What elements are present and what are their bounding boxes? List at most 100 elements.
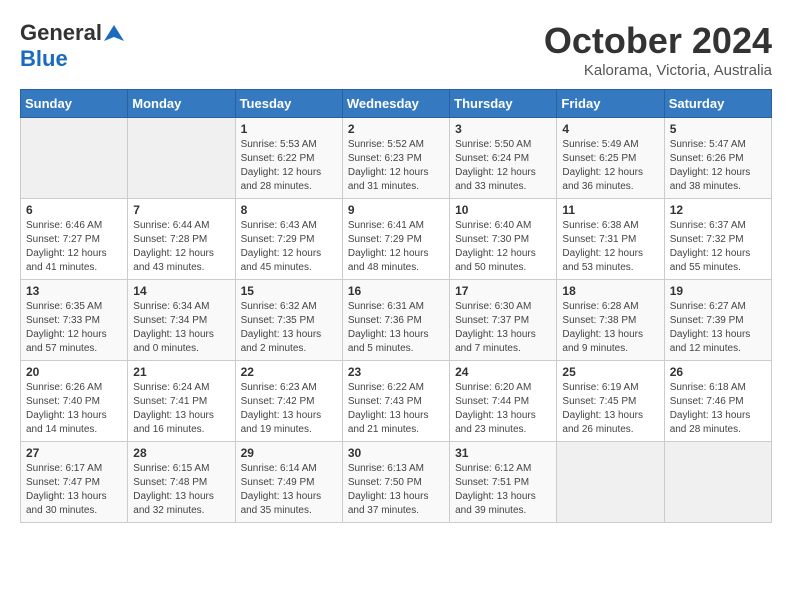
day-number: 7 bbox=[133, 203, 229, 217]
cell-content: Sunrise: 6:44 AMSunset: 7:28 PMDaylight:… bbox=[133, 219, 229, 275]
calendar-cell: 23Sunrise: 6:22 AMSunset: 7:43 PMDayligh… bbox=[342, 361, 449, 442]
calendar-cell: 1 Sunrise: 5:53 AMSunset: 6:22 PMDaylight… bbox=[235, 118, 342, 199]
calendar-week-3: 13Sunrise: 6:35 AMSunset: 7:33 PMDayligh… bbox=[21, 280, 772, 361]
logo-blue: Blue bbox=[20, 46, 68, 72]
calendar-cell: 24 Sunrise: 6:20 AMSunset: 7:44 PMDayligh… bbox=[450, 361, 557, 442]
cell-content: Sunrise: 6:26 AMSunset: 7:40 PMDaylight:… bbox=[26, 381, 122, 437]
cell-content: Sunrise: 5:50 AMSunset: 6:24 PMDaylight:… bbox=[455, 138, 551, 194]
cell-content: Sunrise: 5:53 AMSunset: 6:22 PMDaylight:… bbox=[241, 138, 337, 194]
cell-content: Sunrise: 6:37 AMSunset: 7:32 PMDaylight:… bbox=[670, 219, 766, 275]
logo: General Blue bbox=[20, 20, 124, 72]
calendar-cell: 8Sunrise: 6:43 AMSunset: 7:29 PMDaylight… bbox=[235, 199, 342, 280]
calendar-cell: 3 Sunrise: 5:50 AMSunset: 6:24 PMDaylight… bbox=[450, 118, 557, 199]
day-number: 22 bbox=[241, 365, 337, 379]
cell-content: Sunrise: 6:22 AMSunset: 7:43 PMDaylight:… bbox=[348, 381, 444, 437]
day-number: 20 bbox=[26, 365, 122, 379]
calendar-cell: 2 Sunrise: 5:52 AMSunset: 6:23 PMDaylight… bbox=[342, 118, 449, 199]
cell-content: Sunrise: 6:18 AMSunset: 7:46 PMDaylight:… bbox=[670, 381, 766, 437]
logo-general: General bbox=[20, 20, 102, 46]
calendar-cell: 20 Sunrise: 6:26 AMSunset: 7:40 PMDayligh… bbox=[21, 361, 128, 442]
day-number: 11 bbox=[562, 203, 658, 217]
calendar-cell: 14 Sunrise: 6:34 AMSunset: 7:34 PMDayligh… bbox=[128, 280, 235, 361]
cell-content: Sunrise: 6:31 AMSunset: 7:36 PMDaylight:… bbox=[348, 300, 444, 356]
cell-content: Sunrise: 6:20 AMSunset: 7:44 PMDaylight:… bbox=[455, 381, 551, 437]
calendar-cell: 25Sunrise: 6:19 AMSunset: 7:45 PMDayligh… bbox=[557, 361, 664, 442]
calendar-cell bbox=[21, 118, 128, 199]
cell-content: Sunrise: 6:30 AMSunset: 7:37 PMDaylight:… bbox=[455, 300, 551, 356]
cell-content: Sunrise: 6:41 AMSunset: 7:29 PMDaylight:… bbox=[348, 219, 444, 275]
calendar-cell: 6Sunrise: 6:46 AMSunset: 7:27 PMDaylight… bbox=[21, 199, 128, 280]
day-number: 1 bbox=[241, 122, 337, 136]
cell-content: Sunrise: 6:14 AMSunset: 7:49 PMDaylight:… bbox=[241, 462, 337, 518]
calendar-cell: 7 Sunrise: 6:44 AMSunset: 7:28 PMDaylight… bbox=[128, 199, 235, 280]
calendar-cell bbox=[664, 442, 771, 523]
day-number: 24 bbox=[455, 365, 551, 379]
location: Kalorama, Victoria, Australia bbox=[544, 62, 772, 79]
calendar-cell: 12 Sunrise: 6:37 AMSunset: 7:32 PMDayligh… bbox=[664, 199, 771, 280]
calendar-cell: 11 Sunrise: 6:38 AMSunset: 7:31 PMDayligh… bbox=[557, 199, 664, 280]
day-number: 28 bbox=[133, 446, 229, 460]
column-header-monday: Monday bbox=[128, 90, 235, 118]
cell-content: Sunrise: 6:24 AMSunset: 7:41 PMDaylight:… bbox=[133, 381, 229, 437]
calendar-cell: 28 Sunrise: 6:15 AMSunset: 7:48 PMDayligh… bbox=[128, 442, 235, 523]
column-header-tuesday: Tuesday bbox=[235, 90, 342, 118]
calendar-cell: 10 Sunrise: 6:40 AMSunset: 7:30 PMDayligh… bbox=[450, 199, 557, 280]
month-title: October 2024 bbox=[544, 20, 772, 62]
day-number: 15 bbox=[241, 284, 337, 298]
calendar-cell: 22Sunrise: 6:23 AMSunset: 7:42 PMDayligh… bbox=[235, 361, 342, 442]
calendar-cell bbox=[557, 442, 664, 523]
day-number: 4 bbox=[562, 122, 658, 136]
cell-content: Sunrise: 6:43 AMSunset: 7:29 PMDaylight:… bbox=[241, 219, 337, 275]
cell-content: Sunrise: 6:38 AMSunset: 7:31 PMDaylight:… bbox=[562, 219, 658, 275]
cell-content: Sunrise: 5:52 AMSunset: 6:23 PMDaylight:… bbox=[348, 138, 444, 194]
calendar-cell: 26 Sunrise: 6:18 AMSunset: 7:46 PMDayligh… bbox=[664, 361, 771, 442]
day-number: 3 bbox=[455, 122, 551, 136]
cell-content: Sunrise: 6:15 AMSunset: 7:48 PMDaylight:… bbox=[133, 462, 229, 518]
cell-content: Sunrise: 5:47 AMSunset: 6:26 PMDaylight:… bbox=[670, 138, 766, 194]
page-header: General Blue October 2024 Kalorama, Vict… bbox=[20, 20, 772, 79]
cell-content: Sunrise: 6:46 AMSunset: 7:27 PMDaylight:… bbox=[26, 219, 122, 275]
calendar-cell: 16Sunrise: 6:31 AMSunset: 7:36 PMDayligh… bbox=[342, 280, 449, 361]
calendar-header-row: SundayMondayTuesdayWednesdayThursdayFrid… bbox=[21, 90, 772, 118]
cell-content: Sunrise: 6:32 AMSunset: 7:35 PMDaylight:… bbox=[241, 300, 337, 356]
day-number: 17 bbox=[455, 284, 551, 298]
calendar-cell: 9Sunrise: 6:41 AMSunset: 7:29 PMDaylight… bbox=[342, 199, 449, 280]
day-number: 12 bbox=[670, 203, 766, 217]
calendar-cell: 19Sunrise: 6:27 AMSunset: 7:39 PMDayligh… bbox=[664, 280, 771, 361]
day-number: 27 bbox=[26, 446, 122, 460]
calendar-cell: 31 Sunrise: 6:12 AMSunset: 7:51 PMDayligh… bbox=[450, 442, 557, 523]
calendar-cell: 13Sunrise: 6:35 AMSunset: 7:33 PMDayligh… bbox=[21, 280, 128, 361]
column-header-sunday: Sunday bbox=[21, 90, 128, 118]
title-section: October 2024 Kalorama, Victoria, Austral… bbox=[544, 20, 772, 79]
calendar-cell: 5Sunrise: 5:47 AMSunset: 6:26 PMDaylight… bbox=[664, 118, 771, 199]
day-number: 29 bbox=[241, 446, 337, 460]
calendar-week-2: 6Sunrise: 6:46 AMSunset: 7:27 PMDaylight… bbox=[21, 199, 772, 280]
column-header-wednesday: Wednesday bbox=[342, 90, 449, 118]
calendar-week-5: 27 Sunrise: 6:17 AMSunset: 7:47 PMDayligh… bbox=[21, 442, 772, 523]
calendar-cell: 15 Sunrise: 6:32 AMSunset: 7:35 PMDayligh… bbox=[235, 280, 342, 361]
cell-content: Sunrise: 6:28 AMSunset: 7:38 PMDaylight:… bbox=[562, 300, 658, 356]
cell-content: Sunrise: 6:12 AMSunset: 7:51 PMDaylight:… bbox=[455, 462, 551, 518]
calendar-cell: 30 Sunrise: 6:13 AMSunset: 7:50 PMDayligh… bbox=[342, 442, 449, 523]
day-number: 21 bbox=[133, 365, 229, 379]
day-number: 14 bbox=[133, 284, 229, 298]
day-number: 30 bbox=[348, 446, 444, 460]
calendar-cell: 29 Sunrise: 6:14 AMSunset: 7:49 PMDayligh… bbox=[235, 442, 342, 523]
calendar-cell: 18Sunrise: 6:28 AMSunset: 7:38 PMDayligh… bbox=[557, 280, 664, 361]
cell-content: Sunrise: 6:13 AMSunset: 7:50 PMDaylight:… bbox=[348, 462, 444, 518]
cell-content: Sunrise: 6:40 AMSunset: 7:30 PMDaylight:… bbox=[455, 219, 551, 275]
cell-content: Sunrise: 6:17 AMSunset: 7:47 PMDaylight:… bbox=[26, 462, 122, 518]
cell-content: Sunrise: 6:35 AMSunset: 7:33 PMDaylight:… bbox=[26, 300, 122, 356]
cell-content: Sunrise: 6:19 AMSunset: 7:45 PMDaylight:… bbox=[562, 381, 658, 437]
day-number: 10 bbox=[455, 203, 551, 217]
cell-content: Sunrise: 5:49 AMSunset: 6:25 PMDaylight:… bbox=[562, 138, 658, 194]
calendar-cell: 27 Sunrise: 6:17 AMSunset: 7:47 PMDayligh… bbox=[21, 442, 128, 523]
column-header-friday: Friday bbox=[557, 90, 664, 118]
day-number: 31 bbox=[455, 446, 551, 460]
calendar-week-1: 1 Sunrise: 5:53 AMSunset: 6:22 PMDaylight… bbox=[21, 118, 772, 199]
cell-content: Sunrise: 6:34 AMSunset: 7:34 PMDaylight:… bbox=[133, 300, 229, 356]
day-number: 2 bbox=[348, 122, 444, 136]
day-number: 19 bbox=[670, 284, 766, 298]
calendar-table: SundayMondayTuesdayWednesdayThursdayFrid… bbox=[20, 89, 772, 523]
day-number: 26 bbox=[670, 365, 766, 379]
